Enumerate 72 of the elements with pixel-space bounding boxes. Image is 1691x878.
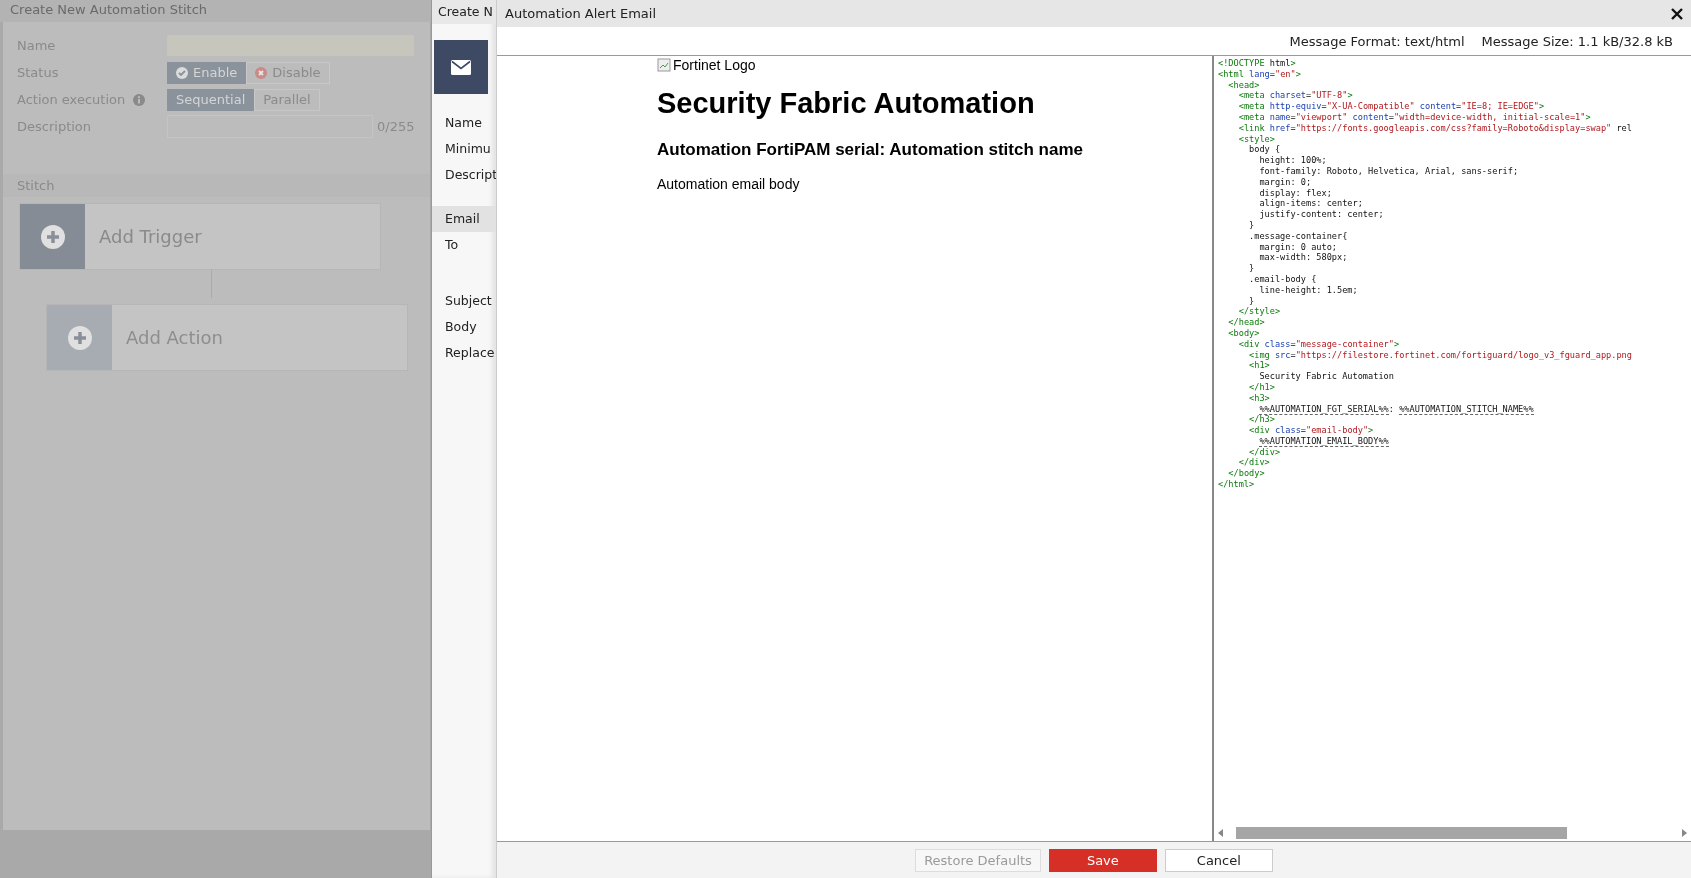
dialog-button[interactable]: Save (1048, 848, 1157, 872)
form-label: Replace (444, 344, 496, 362)
code-line: } (1248, 263, 1256, 274)
code-line: </h1> (1248, 381, 1276, 393)
form-label: Descript (444, 166, 496, 184)
code-line: font-family: Roboto, Helvetica, Arial, sans-serif; (1258, 165, 1520, 177)
dialog-button[interactable]: Cancel (1164, 848, 1273, 872)
code-line: <link href="https://fonts.googleapis.com/css?family=Roboto&display=swap" rel (1237, 122, 1633, 134)
code-line: </style> (1237, 306, 1282, 318)
code-line: %%AUTOMATION_EMAIL_BODY%% (1258, 435, 1390, 447)
code-line: <meta http-equiv="X-UA-Compatible" content="IE=8; IE=EDGE"> (1237, 101, 1546, 112)
code-line: <!DOCTYPE html> (1218, 58, 1297, 69)
check-icon (176, 66, 188, 79)
plus-icon (40, 224, 65, 249)
code-line: </head> (1227, 317, 1266, 328)
code-line: %%AUTOMATION_FGT_SERIAL%%: %%AUTOMATION_STITCH_NAME%% (1258, 403, 1535, 415)
close-icon[interactable] (1671, 7, 1683, 20)
code-line: body { (1248, 144, 1282, 156)
scroll-left-icon[interactable] (1218, 829, 1224, 837)
code-line: display: flex; (1258, 187, 1333, 199)
code-line: <h1> (1248, 360, 1271, 372)
code-line: </h3> (1248, 414, 1276, 426)
form-label: Subject (444, 292, 493, 310)
code-line: <div class="email-body"> (1248, 425, 1375, 436)
code-line: align-items: center; (1258, 198, 1364, 210)
scrollbar-thumb[interactable] (1236, 827, 1567, 839)
form-label: Minimu (444, 140, 492, 158)
code-line: <meta charset="UTF-8"> (1237, 90, 1354, 102)
form-label: Name (444, 114, 483, 132)
code-line: height: 100%; (1258, 155, 1328, 166)
toggle-option[interactable]: Sequential (167, 88, 255, 111)
code-line: <style> (1237, 133, 1276, 145)
code-line: <html lang="en"> (1218, 68, 1302, 80)
code-line: <meta name="viewport" content="width=device-width, initial-scale=1"> (1237, 112, 1592, 123)
code-line: <div class="message-container"> (1237, 338, 1401, 350)
code-line: justify-content: center; (1258, 209, 1385, 220)
code-line: } (1248, 219, 1256, 231)
code-line: margin: 0 auto; (1258, 241, 1338, 253)
envelope-icon (451, 59, 471, 75)
toggle-option[interactable]: Enable (167, 61, 247, 84)
image-alt-text: Fortinet Logo (673, 57, 756, 73)
code-line: </div> (1248, 446, 1282, 458)
plus-icon (67, 325, 92, 350)
cross-icon (255, 66, 268, 79)
code-line: } (1248, 295, 1256, 307)
dialog-title: Automation Alert Email (505, 6, 656, 21)
scroll-right-icon[interactable] (1681, 829, 1687, 837)
email-heading: Security Fabric Automation (657, 87, 1036, 120)
email-body-text: Automation email body (657, 176, 801, 192)
code-line: line-height: 1.5em; (1258, 284, 1359, 296)
code-line: Security Fabric Automation (1258, 371, 1395, 382)
broken-image-icon (657, 58, 671, 72)
code-line: <img src="https://filestore.fortinet.com/fortiguard/logo_v3_fguard_app.png (1248, 349, 1633, 361)
email-subheading: Automation FortiPAM serial: Automation stitch name (657, 140, 1084, 160)
form-label: Body (444, 318, 478, 336)
form-label: To (444, 236, 460, 254)
code-line: margin: 0; (1258, 176, 1313, 188)
code-line: </html> (1218, 479, 1256, 490)
message-size: Message Size: 1.1 kB/32.8 kB (1481, 33, 1673, 49)
form-label: Email (432, 206, 496, 232)
message-format: Message Format: text/html (1289, 33, 1465, 49)
code-line: </body> (1227, 468, 1266, 480)
code-line: .email-body { (1248, 273, 1318, 285)
code-line: </div> (1237, 457, 1271, 469)
panel-title: Create N (432, 0, 496, 24)
add-trigger-card[interactable]: Add Trigger (19, 203, 381, 270)
code-line: <h3> (1248, 392, 1271, 404)
page-title: Create New Automation Stitch (0, 0, 431, 22)
code-line: max-width: 580px; (1258, 252, 1349, 264)
code-line: <head> (1227, 79, 1261, 91)
code-line: <body> (1227, 327, 1261, 339)
code-line: .message-container{ (1248, 230, 1349, 242)
